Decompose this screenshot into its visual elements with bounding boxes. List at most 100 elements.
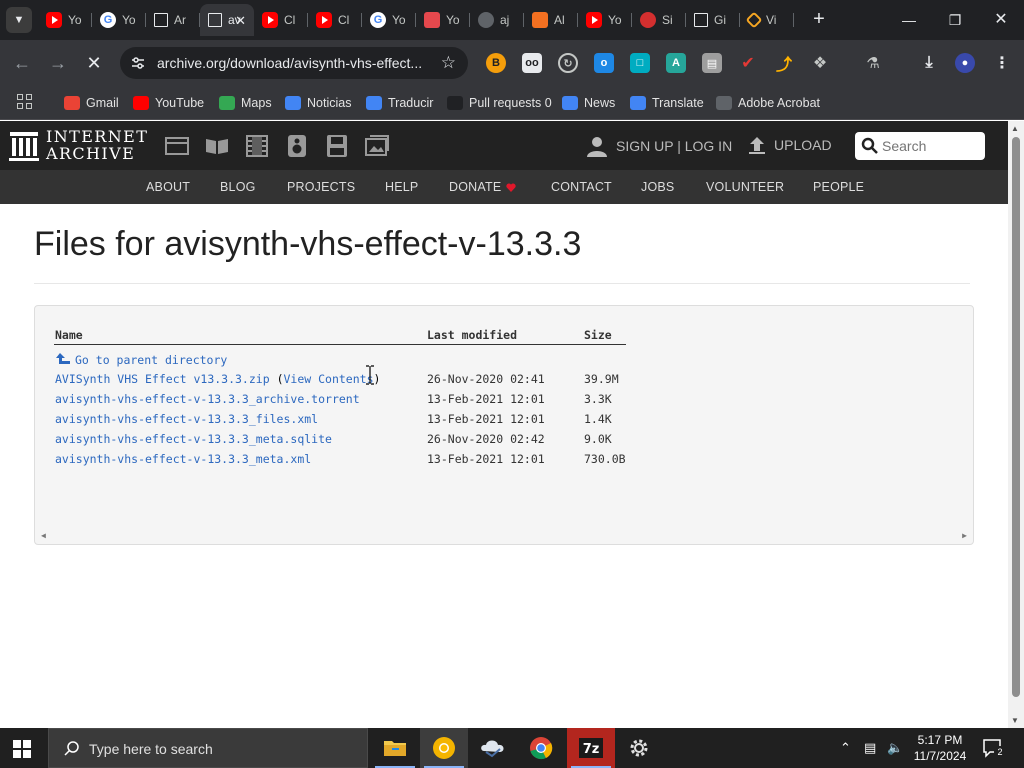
parent-directory-link[interactable]: Go to parent directory — [55, 353, 227, 367]
extension-teal-icon[interactable]: □ — [630, 53, 650, 73]
taskbar-settings[interactable] — [615, 728, 663, 768]
browser-tab[interactable]: Gi — [686, 4, 740, 36]
stop-loading-button[interactable]: ✕ — [83, 52, 105, 74]
taskbar-clock[interactable]: 5:17 PM 11/7/2024 — [910, 732, 970, 764]
ia-nav-volunteer[interactable]: VOLUNTEER — [706, 180, 784, 194]
address-bar[interactable]: archive.org/download/avisynth-vhs-effect… — [120, 47, 468, 79]
taskbar-chrome-canary[interactable] — [420, 728, 468, 768]
file-link[interactable]: avisynth-vhs-effect-v-13.3.3_meta.sqlite — [55, 432, 332, 446]
scroll-right-icon[interactable]: ▶ — [962, 531, 967, 540]
kebab-menu-icon[interactable]: ⋮ — [992, 53, 1012, 73]
ia-nav-jobs[interactable]: JOBS — [641, 180, 674, 194]
browser-tab[interactable]: Cl — [308, 4, 362, 36]
extension-glasses-icon[interactable]: oo — [522, 53, 542, 73]
ia-nav-help[interactable]: HELP — [385, 180, 418, 194]
extension-translate-icon[interactable]: A — [666, 53, 686, 73]
images-photo-icon[interactable] — [364, 134, 390, 158]
scroll-up-icon[interactable]: ▲ — [1011, 124, 1019, 133]
column-header-size[interactable]: Size — [584, 328, 612, 342]
internet-archive-logo-icon[interactable] — [9, 130, 39, 162]
extension-acrobat-icon[interactable]: ✔ — [738, 53, 758, 73]
ia-nav-about[interactable]: ABOUT — [146, 180, 190, 194]
browser-tab[interactable]: Yo — [38, 4, 92, 36]
extension-orange-icon[interactable]: B — [486, 53, 506, 73]
audio-speaker-icon[interactable] — [284, 134, 310, 158]
bookmark-item[interactable]: Translate — [630, 93, 704, 113]
signup-login-link[interactable]: SIGN UP | LOG IN — [586, 135, 732, 157]
vertical-scrollbar[interactable]: ▲ ▼ — [1008, 121, 1024, 728]
restore-button[interactable]: ❐ — [940, 8, 970, 32]
bookmark-item[interactable]: Maps — [219, 93, 272, 113]
profile-avatar[interactable]: ● — [955, 53, 975, 73]
ia-search-box[interactable] — [855, 132, 985, 160]
extension-blue-icon[interactable]: o — [594, 53, 614, 73]
browser-tab[interactable]: Cl — [254, 4, 308, 36]
downloads-icon[interactable]: ⤓ — [919, 53, 939, 73]
labs-flask-icon[interactable]: ⚗ — [863, 53, 883, 73]
horizontal-scrollbar[interactable]: ◀ ▶ — [35, 528, 973, 544]
browser-tab[interactable]: Ar — [146, 4, 200, 36]
extension-tampermonkey-icon[interactable]: ⤴ — [774, 53, 794, 74]
web-icon[interactable] — [164, 134, 190, 158]
ia-nav-blog[interactable]: BLOG — [220, 180, 256, 194]
file-link[interactable]: avisynth-vhs-effect-v-13.3.3_meta.xml — [55, 452, 311, 466]
bookmark-item[interactable]: Pull requests 0 — [447, 93, 552, 113]
apps-grid-icon[interactable] — [17, 94, 33, 110]
extension-speed-icon[interactable]: ↻ — [558, 53, 578, 73]
extension-printer-icon[interactable]: ▤ — [702, 53, 722, 73]
browser-tab[interactable]: av ✕ — [200, 4, 254, 36]
new-tab-button[interactable]: + — [808, 9, 830, 31]
close-window-button[interactable]: ✕ — [986, 8, 1016, 32]
texts-book-icon[interactable] — [204, 134, 230, 158]
extensions-puzzle-icon[interactable]: ❖ — [810, 53, 830, 73]
tray-chevron-up-icon[interactable]: ⌃ — [840, 740, 851, 756]
taskbar-7zip[interactable]: 7z — [567, 728, 615, 768]
bookmark-item[interactable]: Traducir — [366, 93, 433, 113]
windows-start-icon[interactable] — [13, 740, 31, 758]
column-header-name[interactable]: Name — [55, 328, 83, 342]
file-link[interactable]: AVISynth VHS Effect v13.3.3.zip — [55, 372, 270, 386]
upload-link[interactable]: UPLOAD — [748, 135, 832, 155]
scrollbar-thumb[interactable] — [1012, 137, 1020, 697]
bookmark-item[interactable]: Gmail — [64, 93, 119, 113]
column-header-modified[interactable]: Last modified — [427, 328, 517, 342]
view-contents-link[interactable]: View Contents — [284, 372, 374, 386]
ia-search-input[interactable] — [882, 136, 980, 156]
ia-nav-donate[interactable]: DONATE — [449, 180, 517, 194]
ia-nav-projects[interactable]: PROJECTS — [287, 180, 355, 194]
bookmark-star-icon[interactable]: ☆ — [441, 53, 456, 73]
bookmark-item[interactable]: YouTube — [133, 93, 204, 113]
browser-tab[interactable]: Si — [632, 4, 686, 36]
browser-tab[interactable]: aj — [470, 4, 524, 36]
browser-tab[interactable]: Al — [524, 4, 578, 36]
browser-tab[interactable]: G Yo — [92, 4, 146, 36]
scroll-down-icon[interactable]: ▼ — [1011, 716, 1019, 725]
bookmark-item[interactable]: Adobe Acrobat — [716, 93, 820, 113]
browser-tab[interactable]: Yo — [578, 4, 632, 36]
software-floppy-icon[interactable] — [324, 134, 350, 158]
taskbar-cloud-app[interactable] — [469, 728, 517, 768]
taskbar-search-box[interactable]: Type here to search — [48, 728, 368, 768]
ia-nav-contact[interactable]: CONTACT — [551, 180, 612, 194]
taskbar-chrome[interactable] — [517, 728, 565, 768]
ia-nav-people[interactable]: PEOPLE — [813, 180, 864, 194]
close-tab-icon[interactable]: ✕ — [235, 13, 246, 29]
forward-button[interactable]: → — [47, 52, 69, 74]
volume-icon[interactable]: 🔈 — [887, 740, 903, 756]
url-text[interactable]: archive.org/download/avisynth-vhs-effect… — [157, 55, 422, 71]
minimize-button[interactable]: — — [894, 8, 924, 32]
browser-tab[interactable]: Yo — [416, 4, 470, 36]
scroll-left-icon[interactable]: ◀ — [41, 531, 46, 540]
site-settings-icon[interactable] — [130, 55, 146, 71]
browser-tab[interactable]: G Yo — [362, 4, 416, 36]
network-icon[interactable]: ▤ — [864, 740, 876, 756]
bookmark-item[interactable]: Noticias — [285, 93, 351, 113]
file-link[interactable]: avisynth-vhs-effect-v-13.3.3_files.xml — [55, 412, 318, 426]
file-link[interactable]: avisynth-vhs-effect-v-13.3.3_archive.tor… — [55, 392, 360, 406]
tab-search-button[interactable]: ▼ — [6, 7, 32, 33]
ia-wordmark[interactable]: INTERNET ARCHIVE — [46, 128, 148, 162]
notification-center-button[interactable]: 2 — [982, 738, 1006, 758]
video-film-icon[interactable] — [244, 134, 270, 158]
taskbar-file-explorer[interactable] — [371, 728, 419, 768]
bookmark-item[interactable]: News — [562, 93, 615, 113]
